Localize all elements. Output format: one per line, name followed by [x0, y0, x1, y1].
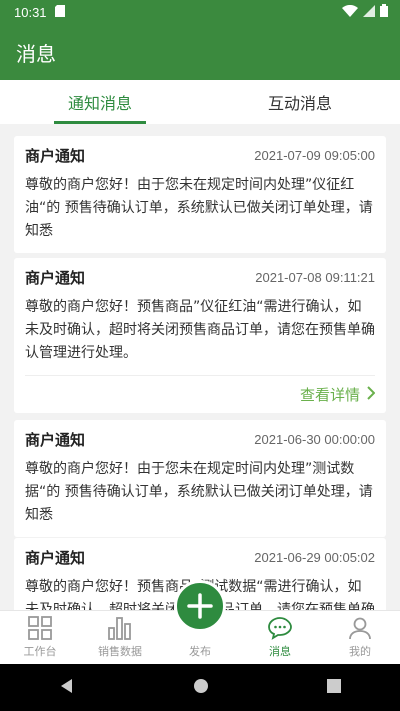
message-title: 商户通知 — [25, 146, 86, 165]
message-body: 尊敬的商户您好！预售商品”仪征红油“需进行确认，如未及时确认，超时将关闭预售商品… — [25, 299, 375, 361]
tab-bar: 通知消息 互动消息 — [0, 80, 400, 124]
tab-label: 互动消息 — [267, 94, 332, 113]
nav-mine[interactable]: 我的 — [320, 611, 400, 664]
tab-label: 通知消息 — [67, 94, 132, 113]
tab-interactions[interactable]: 互动消息 — [200, 80, 400, 124]
publish-button[interactable] — [174, 580, 226, 632]
battery-icon — [380, 4, 388, 20]
chat-icon — [268, 617, 292, 640]
grid-icon — [28, 616, 52, 640]
message-time: 2021-07-09 09:05:00 — [254, 147, 375, 163]
view-details-label: 查看详情 — [299, 386, 360, 404]
message-title: 商户通知 — [25, 268, 86, 287]
nav-sales-data[interactable]: 销售数据 — [80, 611, 160, 664]
message-card[interactable]: 商户通知 2021-07-09 09:05:00 尊敬的商户您好！由于您未在规定… — [14, 136, 386, 253]
sd-card-icon — [54, 4, 65, 20]
plus-icon — [187, 593, 213, 619]
app-bar: 消息 — [0, 24, 400, 80]
nav-messages[interactable]: 消息 — [240, 611, 320, 664]
message-card[interactable]: 商户通知 2021-06-30 00:00:00 尊敬的商户您好！由于您未在规定… — [14, 420, 386, 537]
recents-icon[interactable] — [327, 678, 341, 697]
message-title: 商户通知 — [25, 430, 86, 449]
user-icon — [349, 617, 371, 640]
system-nav-bar — [0, 664, 400, 711]
nav-label: 我的 — [349, 645, 371, 658]
tab-notifications[interactable]: 通知消息 — [0, 80, 200, 124]
message-title: 商户通知 — [25, 548, 86, 567]
signal-icon — [363, 4, 375, 20]
nav-workbench[interactable]: 工作台 — [0, 611, 80, 664]
message-time: 2021-06-29 00:05:02 — [254, 549, 375, 565]
message-list[interactable]: 商户通知 2021-07-09 09:05:00 尊敬的商户您好！由于您未在规定… — [0, 124, 400, 610]
status-time: 10:31 — [14, 4, 47, 20]
wifi-icon — [342, 4, 358, 20]
message-card[interactable]: 商户通知 2021-07-08 09:11:21 尊敬的商户您好！预售商品”仪征… — [14, 258, 386, 413]
nav-label: 销售数据 — [98, 645, 142, 658]
nav-label: 发布 — [189, 645, 211, 658]
home-icon[interactable] — [193, 678, 209, 698]
message-time: 2021-06-30 00:00:00 — [254, 431, 375, 447]
message-time: 2021-07-08 09:11:21 — [255, 269, 375, 285]
nav-label: 工作台 — [23, 645, 57, 658]
chevron-right-icon — [366, 385, 376, 404]
page-title: 消息 — [16, 41, 56, 66]
bar-chart-icon — [108, 617, 131, 640]
message-body: 尊敬的商户您好！由于您未在规定时间内处理”测试数据“的 预售待确认订单，系统默认… — [25, 461, 373, 523]
status-bar: 10:31 — [0, 0, 400, 24]
view-details-link[interactable]: 查看详情 — [25, 375, 376, 413]
nav-label: 消息 — [269, 645, 291, 658]
message-body: 尊敬的商户您好！由于您未在规定时间内处理”仪征红油“的 预售待确认订单，系统默认… — [25, 177, 373, 239]
back-icon[interactable] — [59, 678, 75, 698]
